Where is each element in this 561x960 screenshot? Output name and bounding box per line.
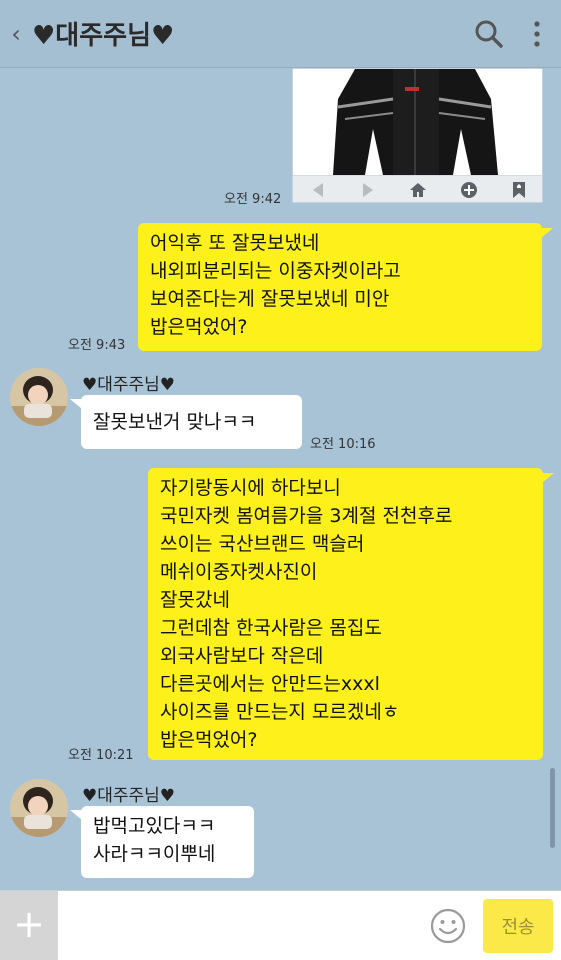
message-time: 오전 9:43 — [68, 338, 126, 353]
chat-header: ‹ ♥대주주님♥ — [0, 0, 561, 68]
scrollbar[interactable] — [550, 768, 555, 848]
avatar-photo — [10, 779, 68, 837]
message-time: 오전 10:21 — [68, 748, 134, 763]
image-toolbar — [293, 175, 542, 202]
my-message-bubble[interactable]: 자기랑동시에 하다보니 국민자켓 봄여름가을 3계절 전천후로 쓰이는 국산브랜… — [148, 468, 543, 760]
more-button[interactable] — [513, 0, 561, 68]
bubble-tail — [70, 810, 82, 820]
prev-button[interactable] — [307, 179, 329, 201]
avatar-photo — [10, 368, 68, 426]
message-input-bar: + 전송 — [0, 890, 561, 960]
bookmark-button[interactable] — [508, 179, 530, 201]
chat-area[interactable]: 오전 9:42 어익후 또 잘못보냈네 내외피분리되는 이중자켓이라고 보여준다… — [0, 68, 561, 890]
my-message-bubble[interactable]: 어익후 또 잘못보냈네 내외피분리되는 이중자켓이라고 보여준다는게 잘못보냈네… — [138, 223, 542, 351]
message-time: 오전 9:42 — [224, 192, 282, 207]
smiley-icon — [430, 908, 466, 944]
next-button[interactable] — [357, 179, 379, 201]
search-button[interactable] — [465, 0, 513, 68]
image-message[interactable] — [292, 68, 543, 203]
avatar[interactable] — [10, 368, 68, 426]
avatar[interactable] — [10, 779, 68, 837]
attach-button[interactable]: + — [0, 891, 58, 960]
more-vertical-icon — [534, 20, 540, 47]
search-icon — [475, 20, 503, 48]
home-button[interactable] — [407, 179, 429, 201]
send-button[interactable]: 전송 — [483, 899, 553, 953]
arrow-right-icon — [363, 183, 374, 197]
message-input[interactable] — [64, 899, 424, 953]
zoom-button[interactable] — [458, 179, 480, 201]
arrow-left-icon — [313, 183, 324, 197]
their-message-bubble[interactable]: 밥먹고있다ㅋㅋ 사라ㅋㅋ이뿌네 — [81, 806, 254, 878]
plus-circle-icon — [460, 182, 477, 198]
jacket-image — [293, 69, 542, 175]
bubble-tail — [542, 473, 554, 483]
emoticon-button[interactable] — [430, 908, 466, 944]
bubble-tail — [541, 228, 553, 238]
home-icon — [410, 183, 427, 197]
jacket-photo[interactable] — [293, 69, 542, 175]
message-time: 오전 10:16 — [310, 437, 376, 452]
their-message-bubble[interactable]: 잘못보낸거 맞나ㅋㅋ — [81, 395, 302, 449]
sender-name: ♥대주주님♥ — [82, 375, 176, 395]
back-button[interactable]: ‹ — [0, 0, 32, 68]
bubble-tail — [70, 399, 82, 409]
chat-title: ♥대주주님♥ — [32, 21, 175, 51]
bookmark-icon — [512, 182, 525, 198]
sender-name: ♥대주주님♥ — [82, 786, 176, 806]
